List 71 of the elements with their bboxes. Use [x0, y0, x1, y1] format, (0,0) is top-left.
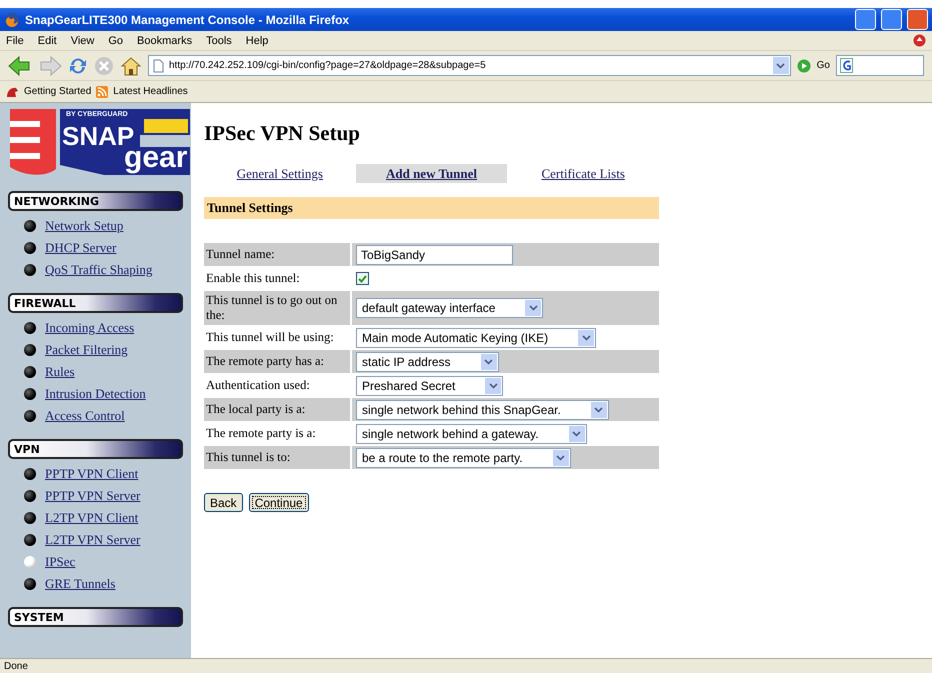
reload-icon[interactable] [68, 56, 88, 76]
sidebar-heading: VPN [8, 439, 183, 459]
tab[interactable]: General Settings [204, 164, 356, 183]
checkbox[interactable] [356, 272, 369, 285]
dropdown-icon [572, 430, 582, 436]
menu-item[interactable]: Edit [38, 34, 57, 46]
forward-icon[interactable] [38, 56, 62, 76]
page-icon [153, 58, 164, 72]
dropdown[interactable]: single network behind a gateway. [356, 424, 587, 444]
sidebar-link[interactable]: PPTP VPN Server [8, 485, 191, 507]
back-icon[interactable] [8, 56, 32, 76]
alert-icon [913, 34, 926, 47]
dropdown[interactable]: single network behind this SnapGear. [356, 400, 609, 420]
bookmark-icon [6, 86, 19, 98]
sidebar-link[interactable]: DHCP Server [8, 237, 191, 259]
sidebar-link[interactable]: Intrusion Detection [8, 383, 191, 405]
input-field[interactable]: ToBigSandy [356, 244, 513, 264]
dropdown[interactable]: Main mode Automatic Keying (IKE) [356, 328, 596, 348]
menu-item[interactable]: Go [108, 34, 124, 46]
field-label: This tunnel is to: [204, 446, 352, 469]
sidebar-link[interactable]: L2TP VPN Server [8, 529, 191, 551]
dropdown-icon [582, 334, 591, 340]
close-button[interactable] [907, 9, 928, 30]
go-button[interactable]: Go [816, 60, 830, 71]
firefox-icon [4, 12, 20, 28]
sidebar-link[interactable]: IPSec [8, 551, 191, 573]
sidebar-link[interactable]: Network Setup [8, 215, 191, 237]
sidebar-heading: SYSTEM [8, 607, 183, 627]
menu-item[interactable]: View [70, 34, 94, 46]
dropdown-icon [594, 406, 604, 412]
sidebar-link[interactable]: L2TP VPN Client [8, 507, 191, 529]
menu-item[interactable]: File [6, 34, 24, 46]
dropdown[interactable]: Preshared Secret [356, 376, 504, 396]
dropdown-icon [488, 382, 498, 388]
tab[interactable]: Add new Tunnel [356, 164, 508, 183]
dropdown-icon [556, 454, 566, 460]
sidebar-heading: FIREWALL [8, 293, 183, 313]
sidebar-heading: NETWORKING [8, 191, 183, 211]
minimize-button[interactable] [855, 9, 876, 30]
search-engine-icon [840, 58, 856, 74]
go-icon[interactable] [796, 58, 811, 72]
sidebar-link[interactable]: GRE Tunnels [8, 573, 191, 595]
address-field[interactable]: http://70.242.252.109/cgi-bin/config?page=27&oldpage=28&subpage=5 [148, 55, 791, 76]
bookmark-link[interactable]: Latest Headlines [113, 86, 188, 97]
menu-item[interactable]: Help [246, 34, 268, 46]
dropdown-icon [528, 305, 538, 311]
form-button[interactable]: Continue [248, 493, 309, 512]
form-button[interactable]: Back [204, 493, 243, 512]
rss-icon [96, 86, 108, 98]
dropdown[interactable]: default gateway interface [356, 298, 544, 318]
search-field[interactable] [836, 55, 924, 76]
home-icon[interactable] [120, 56, 142, 76]
dropdown[interactable]: be a route to the remote party. [356, 448, 571, 468]
sidebar-link[interactable]: Incoming Access [8, 317, 191, 339]
sidebar-link[interactable]: QoS Traffic Shaping [8, 259, 191, 281]
menu-item[interactable]: Bookmarks [137, 34, 192, 46]
sidebar-link[interactable]: Access Control [8, 405, 191, 427]
bookmark-link[interactable]: Getting Started [24, 86, 92, 97]
maximize-button[interactable] [881, 9, 902, 30]
page-title: IPSec VPN Setup [204, 121, 361, 146]
sidebar-link[interactable]: PPTP VPN Client [8, 463, 191, 485]
sidebar-link[interactable]: Packet Filtering [8, 339, 191, 361]
menu-item[interactable]: Tools [206, 34, 232, 46]
window-title: SnapGearLITE300 Management Console - Mozilla Firefox [25, 12, 350, 26]
dropdown-icon [776, 62, 786, 68]
section-header: Tunnel Settings [204, 197, 659, 219]
dropdown-icon [484, 358, 493, 364]
sidebar-link[interactable]: Rules [8, 361, 191, 383]
tab[interactable]: Certificate Lists [507, 164, 660, 183]
status-bar: Done [0, 658, 932, 673]
dropdown[interactable]: static IP address [356, 352, 498, 372]
